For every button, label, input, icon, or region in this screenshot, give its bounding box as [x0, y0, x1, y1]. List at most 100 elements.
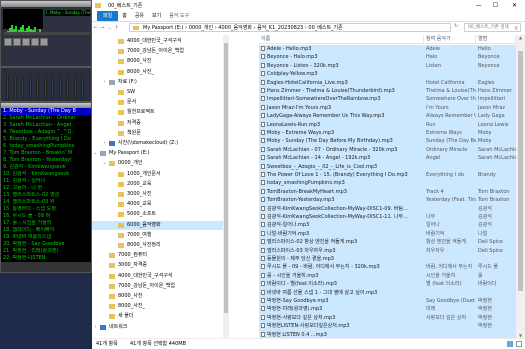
playlist-item[interactable]: 4. Tweetbox - Adagio ^_^Q..	[1, 129, 91, 136]
column-header-artist[interactable]: 참여 음악가	[424, 35, 476, 43]
playlist-item[interactable]: 6. today_smashingPumpkins	[1, 143, 91, 150]
eq-slider[interactable]	[73, 76, 77, 100]
nav-item[interactable]: 7000_강남돈_아이온_백업	[92, 282, 223, 291]
file-row[interactable]: Sweetbox_-_Adagio_-_02_-_Life_is_Cool.mp…	[259, 162, 516, 172]
recent-dropdown[interactable]: ⌄	[106, 25, 113, 31]
search-input[interactable]: 00_베스트_기존 검색 ⚲	[464, 23, 521, 32]
nav-item[interactable]: 4000_교육	[92, 200, 223, 209]
file-row[interactable]: 박정현-사랑보다 깊은 상처.mp3 사랑보다 깊은 상처 박정현	[259, 313, 516, 323]
nav-item[interactable]: 자격증	[92, 119, 223, 128]
up-button[interactable]: ↑	[113, 25, 120, 31]
file-row[interactable]: 나얼-바람기억.mp3 바람기억 나얼	[259, 229, 516, 239]
expand-chevron-icon[interactable]: ⌄	[93, 149, 98, 158]
nav-item[interactable]: 8000_사진_	[92, 302, 223, 311]
next-button[interactable]	[40, 38, 48, 46]
minimize-button[interactable]: —	[470, 0, 487, 11]
playlist-item[interactable]: 13. 옐리스마트스-02 영성	[1, 192, 91, 199]
address-field[interactable]: My Passport (E:) › 0000_개인 › 4000_음악영화 ›…	[129, 23, 451, 32]
nav-item[interactable]: 6000_음악영화	[92, 220, 223, 230]
nav-item[interactable]: 7000_컴퓨터	[92, 251, 223, 260]
nav-item[interactable]: 8000_사진정리	[92, 241, 223, 250]
file-row[interactable]: Moby - Extreme Ways.mp3 Extreme Ways Moby	[259, 129, 516, 138]
file-row[interactable]: 김광석-KimKwangSeokCollection-MyWay-DISC1-1…	[259, 213, 516, 222]
file-row[interactable]: Hans Zimmer - Thelma & Louise(Thunderbir…	[259, 87, 516, 96]
eq-sliders[interactable]	[6, 76, 90, 100]
nav-item[interactable]: 1000_개인문서	[92, 170, 223, 179]
file-row[interactable]: 바넷바 여름 선물 스냅 1 - 그대 옆에 살고 싶어.mp3	[259, 288, 516, 298]
eq-slider[interactable]	[21, 76, 24, 100]
expand-chevron-icon[interactable]: ›	[102, 78, 107, 87]
nav-item[interactable]: 8000_사진	[92, 292, 223, 301]
file-row[interactable]: Jason Mraz-I'm Yours.mp3 I'm Yours Jason M…	[259, 103, 516, 113]
playlist-item[interactable]: 12. 고등어 - 나 현	[1, 185, 91, 192]
playlist-item[interactable]: 1. Moby - Sunday (The Day B	[1, 108, 91, 115]
nav-scrollbar[interactable]	[223, 35, 229, 338]
nav-item[interactable]: › 자료 (F:)	[92, 78, 223, 87]
playlist-item[interactable]: 19. 바넷바 여름의스냅	[1, 234, 91, 241]
file-row[interactable]: Eagles-HotelCalifornia_Live.mp3 Hotel Cal…	[259, 78, 516, 88]
nav-scroll-thumb[interactable]	[224, 43, 228, 313]
playlist-item[interactable]: 15. 통영바다 - 스냅 도청	[1, 206, 91, 213]
file-row[interactable]: Adele - Hello.mp3 Adele Hello	[259, 45, 516, 54]
file-row[interactable]: Sarah McLachlan - 07 - Ordinary Miracle …	[259, 145, 516, 155]
file-row[interactable]: LadyGaga-Always Remember Us This Way.mp3…	[259, 112, 516, 121]
expand-chevron-icon[interactable]: ›	[93, 323, 98, 332]
eq-slider[interactable]	[58, 76, 62, 100]
nav-item[interactable]: 8000_사진_	[92, 68, 223, 77]
column-header-name[interactable]: 이름	[259, 35, 424, 43]
file-row[interactable]: TomBraxton-BreakMyHeart.mp3 Track 4 Tom Br…	[259, 187, 516, 197]
nav-item[interactable]: 문서	[92, 98, 223, 107]
nav-item[interactable]: ⌄ 0000_개인	[92, 159, 223, 168]
eq-slider[interactable]	[28, 76, 32, 100]
scroll-up-icon[interactable]: ▲	[516, 35, 525, 40]
nav-item[interactable]: 4000_대한민국_구석구석	[92, 37, 223, 46]
back-button[interactable]: ←	[92, 25, 99, 31]
column-header-album[interactable]: 앨범	[476, 35, 516, 43]
tab-music-tools[interactable]: 음악 도구	[165, 11, 193, 21]
file-row[interactable]: 루시드 폴 - 09 - 바람, 어디에서 부는지 - 320k.mp3 바람, …	[259, 263, 516, 272]
file-row[interactable]: 박정현 LISTEN 0.4 ...mp3	[259, 330, 516, 338]
winamp-seek-bar[interactable]	[4, 32, 90, 35]
file-row[interactable]: 박정현-미래(왕과영).mp3 미래 박정현	[259, 305, 516, 314]
nav-item[interactable]: 월천프로젝트	[92, 108, 223, 117]
file-scrollbar[interactable]: ▲ ▼	[516, 35, 525, 338]
nav-item[interactable]: 3000_사진	[92, 190, 223, 199]
file-row[interactable]: Coldplay-Yellow.mp3	[259, 70, 516, 79]
file-row[interactable]: 바람이다 - 별(feat.이소라).mp3 별 (feat.이소라) 바람이다	[259, 280, 516, 289]
eq-slider[interactable]	[13, 76, 17, 100]
play-button[interactable]	[13, 38, 21, 46]
playlist-item[interactable]: 9. 김광석 - Kimkwangseok	[1, 164, 91, 171]
nav-item[interactable]: › 네트워크	[92, 323, 223, 332]
stop-button[interactable]	[31, 38, 39, 46]
eq-slider[interactable]	[51, 76, 54, 100]
nav-item[interactable]: ⌄ My Passport (E:)	[92, 149, 223, 158]
playlist-item[interactable]: 20. 박정현 - Say Goodbye	[1, 241, 91, 248]
file-row[interactable]: 김광석-KimKwangSeokCollection-MyWay-DISC1-0…	[259, 204, 516, 214]
file-row[interactable]: 박정현LISTEN-사랑보다깊은상처.mp3 박정현	[259, 322, 516, 331]
playlist-item[interactable]: 8. Tom Braxton - Yesterday(	[1, 157, 91, 164]
playlist-item[interactable]: 17. 롤 - 시인을 거울히	[1, 220, 91, 227]
eq-slider[interactable]	[6, 76, 9, 100]
file-row[interactable]: 동물원의 - 제주 당신 곁을.mp3	[259, 255, 516, 264]
playlist-item[interactable]: 14. 옐리스마트스-03 위	[1, 199, 91, 206]
playlist-item[interactable]: 10. 김광석 - KimKwangseok	[1, 171, 91, 178]
file-row[interactable]: 롤 - 시인을 거울히.mp3 시인을 거울히 롤	[259, 271, 516, 281]
file-row[interactable]: TomBraxton-Yesterday.mp3 Yesterday (Feat.…	[259, 196, 516, 205]
nav-item[interactable]: 7000_강남돈_아이온_백업	[92, 47, 223, 56]
pause-button[interactable]	[22, 38, 30, 46]
forward-button[interactable]: →	[99, 25, 106, 31]
playlist-item[interactable]: 18. 웹레이티 - 빠이빠이	[1, 227, 91, 234]
eq-slider[interactable]	[36, 76, 39, 100]
details-view-icon[interactable]	[507, 341, 513, 347]
nav-item[interactable]: SW	[92, 88, 223, 97]
playlist-item[interactable]: 7. Tom Braxton - Breakin' M	[1, 150, 91, 157]
playlist-item[interactable]: 3. Sarah McLachlan - Angel -	[1, 122, 91, 129]
eq-slider[interactable]	[81, 76, 84, 100]
file-row[interactable]: Beyonce - Halo.mp3 Halo Beyonce	[259, 53, 516, 62]
nav-item[interactable]: 8000_사진	[92, 57, 223, 66]
nav-item[interactable]: 7000_여행	[92, 231, 223, 240]
tab-file[interactable]: 파일	[97, 11, 119, 21]
file-row[interactable]: Moby - Sunday (The Day Before My Birthda…	[259, 137, 516, 146]
expand-chevron-icon[interactable]: ⌄	[102, 159, 107, 168]
playlist-item[interactable]: 5. Brandy - Everything I Do	[1, 136, 91, 143]
